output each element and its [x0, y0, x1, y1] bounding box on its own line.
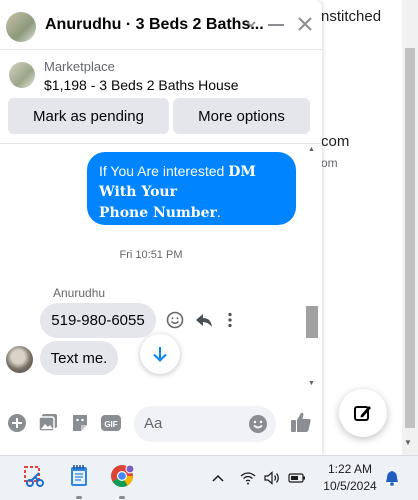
- chevron-up-icon[interactable]: [212, 473, 224, 483]
- sender-name: Anurudhu: [53, 286, 106, 300]
- message-text: If You Are interested: [99, 163, 229, 179]
- wifi-icon[interactable]: [240, 471, 256, 485]
- message-text: With Your: [99, 184, 177, 200]
- system-clock[interactable]: 1:22 AM 10/5/2024: [318, 461, 382, 495]
- close-icon[interactable]: [296, 15, 314, 33]
- marketplace-listing[interactable]: Marketplace $1,198 - 3 Beds 2 Baths Hous…: [0, 52, 322, 98]
- message-text: Phone Number: [99, 205, 217, 221]
- new-message-button[interactable]: [339, 389, 387, 437]
- app-running-indicator: [119, 496, 125, 499]
- reply-icon[interactable]: [195, 311, 213, 329]
- bell-icon[interactable]: [385, 470, 399, 486]
- snipping-tool-icon[interactable]: [21, 463, 47, 489]
- chat-window: Anurudhu · 3 Beds 2 Baths... Marketplace…: [0, 0, 322, 455]
- listing-thumbnail[interactable]: [6, 12, 36, 42]
- mark-as-pending-button[interactable]: Mark as pending: [8, 98, 169, 134]
- clock-date: 10/5/2024: [323, 479, 377, 493]
- plus-icon[interactable]: [7, 413, 27, 433]
- chat-scroll-down-arrow[interactable]: ▼: [308, 380, 315, 387]
- smile-icon[interactable]: [166, 311, 184, 329]
- more-vertical-icon[interactable]: [225, 311, 235, 329]
- thumbs-up-icon[interactable]: [290, 411, 312, 433]
- chrome-icon[interactable]: [109, 463, 135, 489]
- background-text: nstitched: [321, 8, 382, 25]
- app-running-indicator: [76, 496, 82, 499]
- divider: [0, 143, 322, 144]
- chat-title[interactable]: Anurudhu · 3 Beds 2 Baths...: [45, 16, 264, 34]
- chevron-down-icon[interactable]: [245, 17, 257, 31]
- page-scroll-down-arrow[interactable]: ▼: [404, 438, 412, 447]
- emoji-icon[interactable]: [248, 414, 268, 434]
- chat-header[interactable]: Anurudhu · 3 Beds 2 Baths...: [0, 0, 322, 50]
- incoming-message[interactable]: Text me.: [40, 341, 118, 375]
- page-scrollbar-thumb[interactable]: [405, 48, 415, 428]
- listing-title: $1,198 - 3 Beds 2 Baths House: [44, 77, 239, 93]
- gif-icon[interactable]: GIF: [101, 413, 121, 433]
- input-placeholder: Aa: [144, 415, 163, 432]
- arrow-down-icon: [153, 347, 167, 362]
- more-options-button[interactable]: More options: [173, 98, 310, 134]
- marketplace-label: Marketplace: [44, 59, 115, 74]
- scroll-to-bottom-button[interactable]: [140, 334, 180, 374]
- image-icon[interactable]: [38, 413, 58, 433]
- message-input[interactable]: Aa: [134, 406, 276, 442]
- outgoing-message[interactable]: If You Are interested DM With Your Phone…: [87, 152, 296, 225]
- message-text: .: [216, 204, 221, 220]
- chat-scrollbar-thumb[interactable]: [306, 306, 318, 338]
- background-text: om: [321, 156, 338, 170]
- background-text: com: [321, 133, 350, 150]
- message-text: DM: [228, 164, 256, 180]
- speaker-icon[interactable]: [264, 471, 280, 485]
- taskbar: 1:22 AM 10/5/2024: [0, 455, 418, 500]
- compose-icon: [354, 406, 371, 421]
- minimize-icon[interactable]: [268, 24, 284, 26]
- notepad-icon[interactable]: [66, 463, 92, 489]
- message-timestamp: Fri 10:51 PM: [119, 249, 183, 261]
- listing-thumbnail: [9, 62, 35, 88]
- battery-icon[interactable]: [288, 472, 306, 484]
- incoming-message[interactable]: 519-980-6055: [40, 303, 156, 338]
- avatar[interactable]: [6, 346, 33, 373]
- sticker-icon[interactable]: [70, 413, 90, 433]
- clock-time: 1:22 AM: [327, 462, 373, 476]
- svg-text:GIF: GIF: [104, 420, 117, 429]
- chat-scroll-up-arrow[interactable]: ▲: [308, 146, 315, 153]
